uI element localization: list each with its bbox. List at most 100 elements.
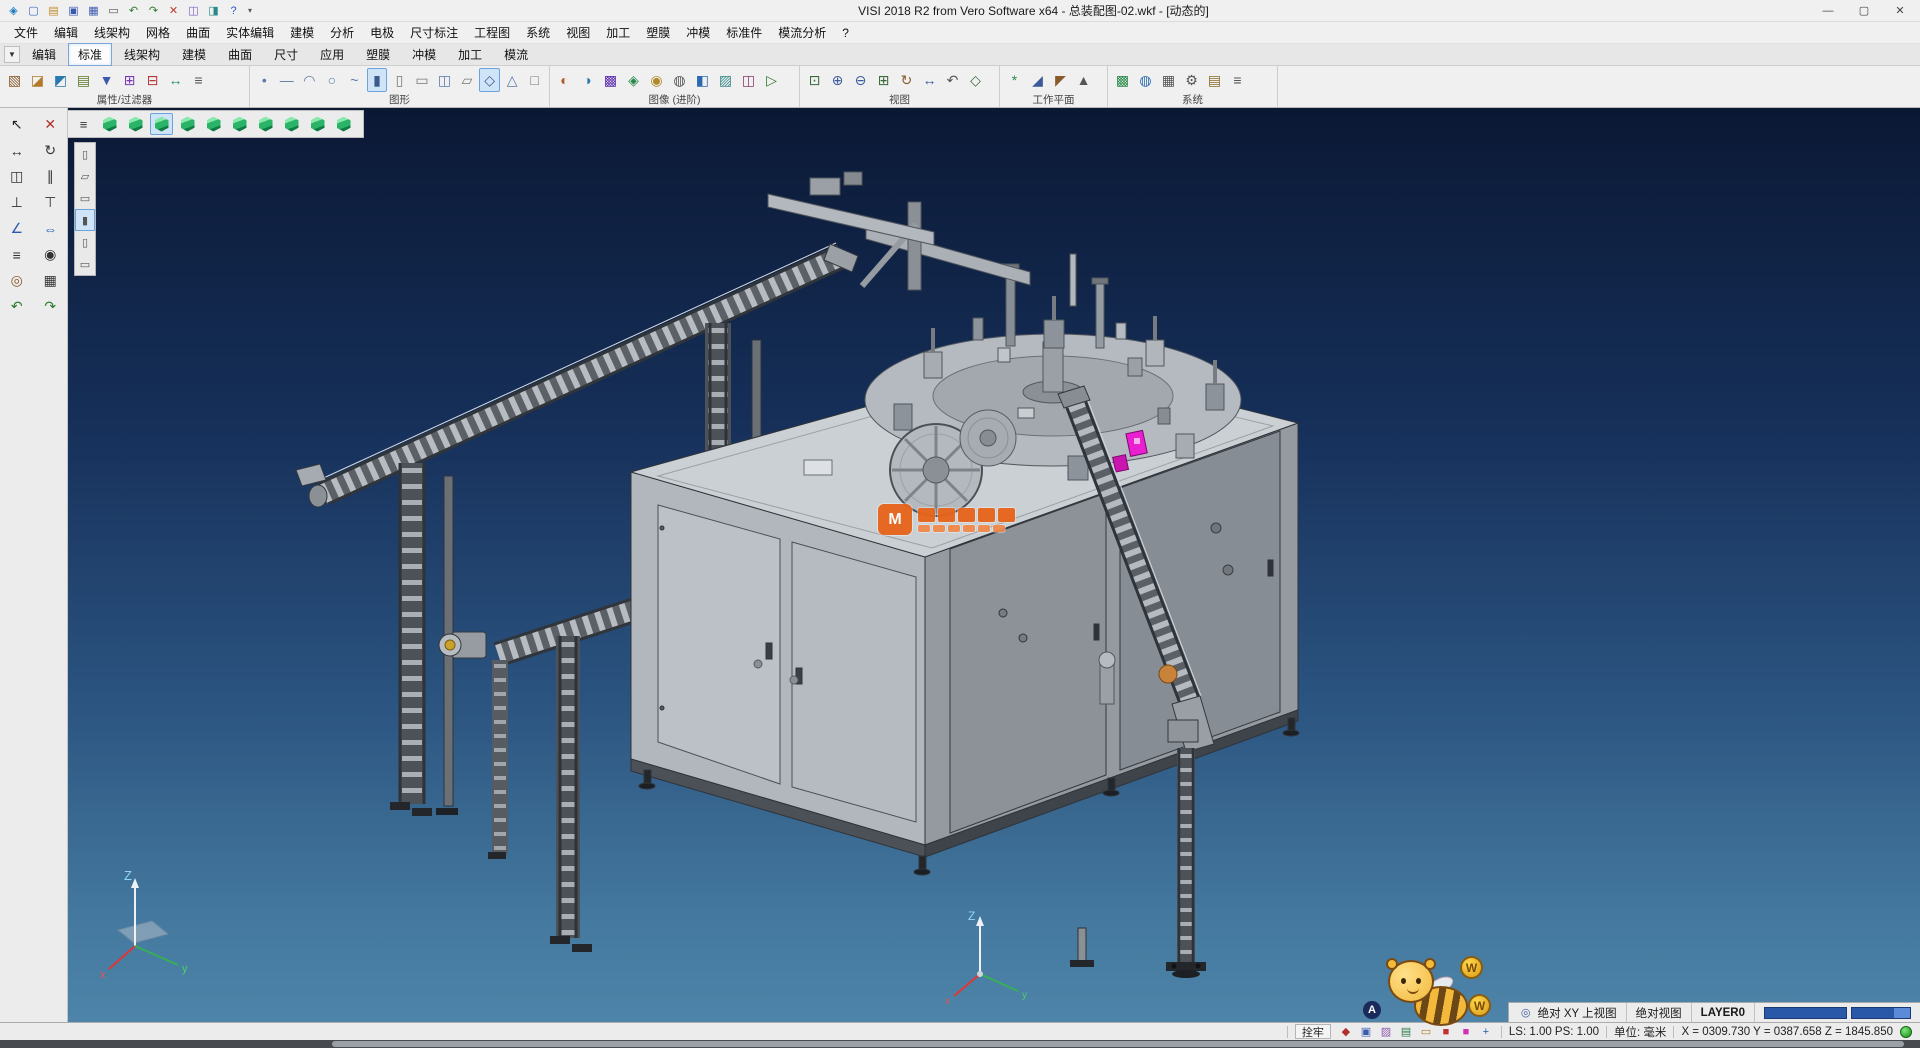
- filter-mesh-icon[interactable]: ▭: [75, 253, 95, 275]
- layer-filter-icon[interactable]: ▤: [73, 68, 94, 92]
- line-icon[interactable]: ―: [277, 68, 298, 92]
- block-display-icon[interactable]: □: [524, 68, 545, 92]
- menu-item[interactable]: 模流分析: [770, 22, 834, 43]
- transparent-mode-icon[interactable]: ▱: [457, 68, 478, 92]
- select-arrow-icon[interactable]: ↖: [5, 113, 29, 136]
- undo-icon[interactable]: ↶: [124, 2, 143, 19]
- world-icon[interactable]: ◍: [1135, 68, 1156, 92]
- menu-item[interactable]: 标准件: [718, 22, 770, 43]
- workplane-view-icon[interactable]: ◤: [1050, 68, 1071, 92]
- menu-item[interactable]: 工程图: [466, 22, 518, 43]
- section-icon[interactable]: ◧: [692, 68, 713, 92]
- view-left-icon[interactable]: [202, 113, 225, 135]
- filter-options-icon[interactable]: ≡: [188, 68, 209, 92]
- ribbon-tab[interactable]: 冲模: [402, 43, 446, 66]
- ribbon-tab[interactable]: 标准: [68, 43, 112, 66]
- menu-item[interactable]: 网格: [138, 22, 178, 43]
- display-mode-icon[interactable]: ▣: [1358, 1025, 1374, 1039]
- copy-icon[interactable]: ◫: [184, 2, 203, 19]
- view-iso-icon[interactable]: [98, 113, 121, 135]
- edges-mode-icon[interactable]: ◫: [434, 68, 455, 92]
- menu-item[interactable]: 编辑: [46, 22, 86, 43]
- view-front-icon[interactable]: [150, 113, 173, 135]
- circle-icon[interactable]: ○: [322, 68, 343, 92]
- menu-item[interactable]: 实体编辑: [218, 22, 282, 43]
- filter-all-icon[interactable]: ▯: [75, 143, 95, 165]
- menu-item[interactable]: ?: [834, 24, 857, 42]
- filter-wire-icon[interactable]: ▮: [75, 209, 95, 231]
- point-icon[interactable]: •: [254, 68, 275, 92]
- shaded-mode-icon[interactable]: ▮: [367, 68, 388, 92]
- extend-icon[interactable]: ⊤: [38, 191, 62, 214]
- menu-item[interactable]: 分析: [322, 22, 362, 43]
- menu-item[interactable]: 线架构: [86, 22, 138, 43]
- filter-surface-icon[interactable]: ▭: [75, 187, 95, 209]
- move-icon[interactable]: ↔: [5, 139, 29, 162]
- angle-measure-icon[interactable]: ∠: [5, 217, 29, 240]
- attr-copy-icon[interactable]: ⊞: [119, 68, 140, 92]
- help-icon[interactable]: ?: [224, 2, 243, 19]
- curve-icon[interactable]: ~: [344, 68, 365, 92]
- dimension-icon[interactable]: ⇔: [38, 217, 62, 240]
- zoom-out-icon[interactable]: ⊖: [850, 68, 871, 92]
- options-icon[interactable]: ≡: [1227, 68, 1248, 92]
- mesh-display-icon[interactable]: △: [502, 68, 523, 92]
- view-iso2-icon[interactable]: [280, 113, 303, 135]
- type-filter-icon[interactable]: ▼: [96, 68, 117, 92]
- ribbon-tab[interactable]: 模流: [494, 43, 538, 66]
- workplane-auto-icon[interactable]: *: [1004, 68, 1025, 92]
- close-button[interactable]: ✕: [1882, 1, 1918, 21]
- menu-item[interactable]: 文件: [6, 22, 46, 43]
- delete-icon[interactable]: ✕: [164, 2, 183, 19]
- snap-icon[interactable]: ◎: [5, 269, 29, 292]
- absolute-view-segment[interactable]: 绝对视图: [1626, 1003, 1691, 1022]
- redo-icon[interactable]: ↷: [38, 295, 62, 318]
- minimize-button[interactable]: —: [1810, 1, 1846, 21]
- database-icon[interactable]: ▤: [1204, 68, 1225, 92]
- menu-item[interactable]: 加工: [598, 22, 638, 43]
- menu-item[interactable]: 塑膜: [638, 22, 678, 43]
- quick-select-icon[interactable]: ↔: [165, 68, 186, 92]
- tab-dropdown-icon[interactable]: ▼: [4, 46, 20, 63]
- pan-view-icon[interactable]: ↔: [919, 68, 940, 92]
- menu-item[interactable]: 视图: [558, 22, 598, 43]
- capture-icon[interactable]: ◫: [738, 68, 759, 92]
- ribbon-tab[interactable]: 线架构: [114, 43, 170, 66]
- workplane-3pt-icon[interactable]: ◢: [1027, 68, 1048, 92]
- print-icon[interactable]: ▭: [104, 2, 123, 19]
- solid-display-icon[interactable]: ◇: [479, 68, 500, 92]
- ribbon-tab[interactable]: 尺寸: [264, 43, 308, 66]
- mirror-icon[interactable]: ◫: [5, 165, 29, 188]
- qat-dropdown-icon[interactable]: ▾: [243, 2, 257, 19]
- view-iso4-icon[interactable]: [332, 113, 355, 135]
- view-top-icon[interactable]: [124, 113, 147, 135]
- zoom-in-icon[interactable]: ⊕: [827, 68, 848, 92]
- delete-icon[interactable]: ✕: [38, 113, 62, 136]
- color-filter-icon[interactable]: ◩: [50, 68, 71, 92]
- ribbon-tab[interactable]: 加工: [448, 43, 492, 66]
- view-back-icon[interactable]: [228, 113, 251, 135]
- horizontal-scrollbar[interactable]: [332, 1041, 1904, 1047]
- app-logo-icon[interactable]: ◈: [4, 2, 23, 19]
- snap-toggle-icon[interactable]: ◆: [1338, 1025, 1354, 1039]
- zoom-window-icon[interactable]: ⊞: [873, 68, 894, 92]
- a-badge-overlay[interactable]: A: [1363, 1001, 1381, 1019]
- offset-icon[interactable]: ∥: [38, 165, 62, 188]
- rotate-icon[interactable]: ↻: [38, 139, 62, 162]
- hidden-line-icon[interactable]: ▭: [412, 68, 433, 92]
- menu-item[interactable]: 系统: [518, 22, 558, 43]
- attr-erase-icon[interactable]: ⊟: [142, 68, 163, 92]
- texture-icon[interactable]: ▩: [600, 68, 621, 92]
- properties-icon[interactable]: ▧: [4, 68, 25, 92]
- view-iso3-icon[interactable]: [306, 113, 329, 135]
- redo-icon[interactable]: ↷: [144, 2, 163, 19]
- grid-settings-icon[interactable]: ▦: [1158, 68, 1179, 92]
- shadow-icon[interactable]: ◍: [669, 68, 690, 92]
- save-all-icon[interactable]: ▦: [84, 2, 103, 19]
- layer-manager-icon[interactable]: ▩: [1112, 68, 1133, 92]
- ribbon-tab[interactable]: 建模: [172, 43, 216, 66]
- ribbon-tab[interactable]: 编辑: [22, 43, 66, 66]
- layer-segment[interactable]: LAYER0: [1691, 1003, 1754, 1022]
- animate-icon[interactable]: ▷: [761, 68, 782, 92]
- arc-icon[interactable]: ◠: [299, 68, 320, 92]
